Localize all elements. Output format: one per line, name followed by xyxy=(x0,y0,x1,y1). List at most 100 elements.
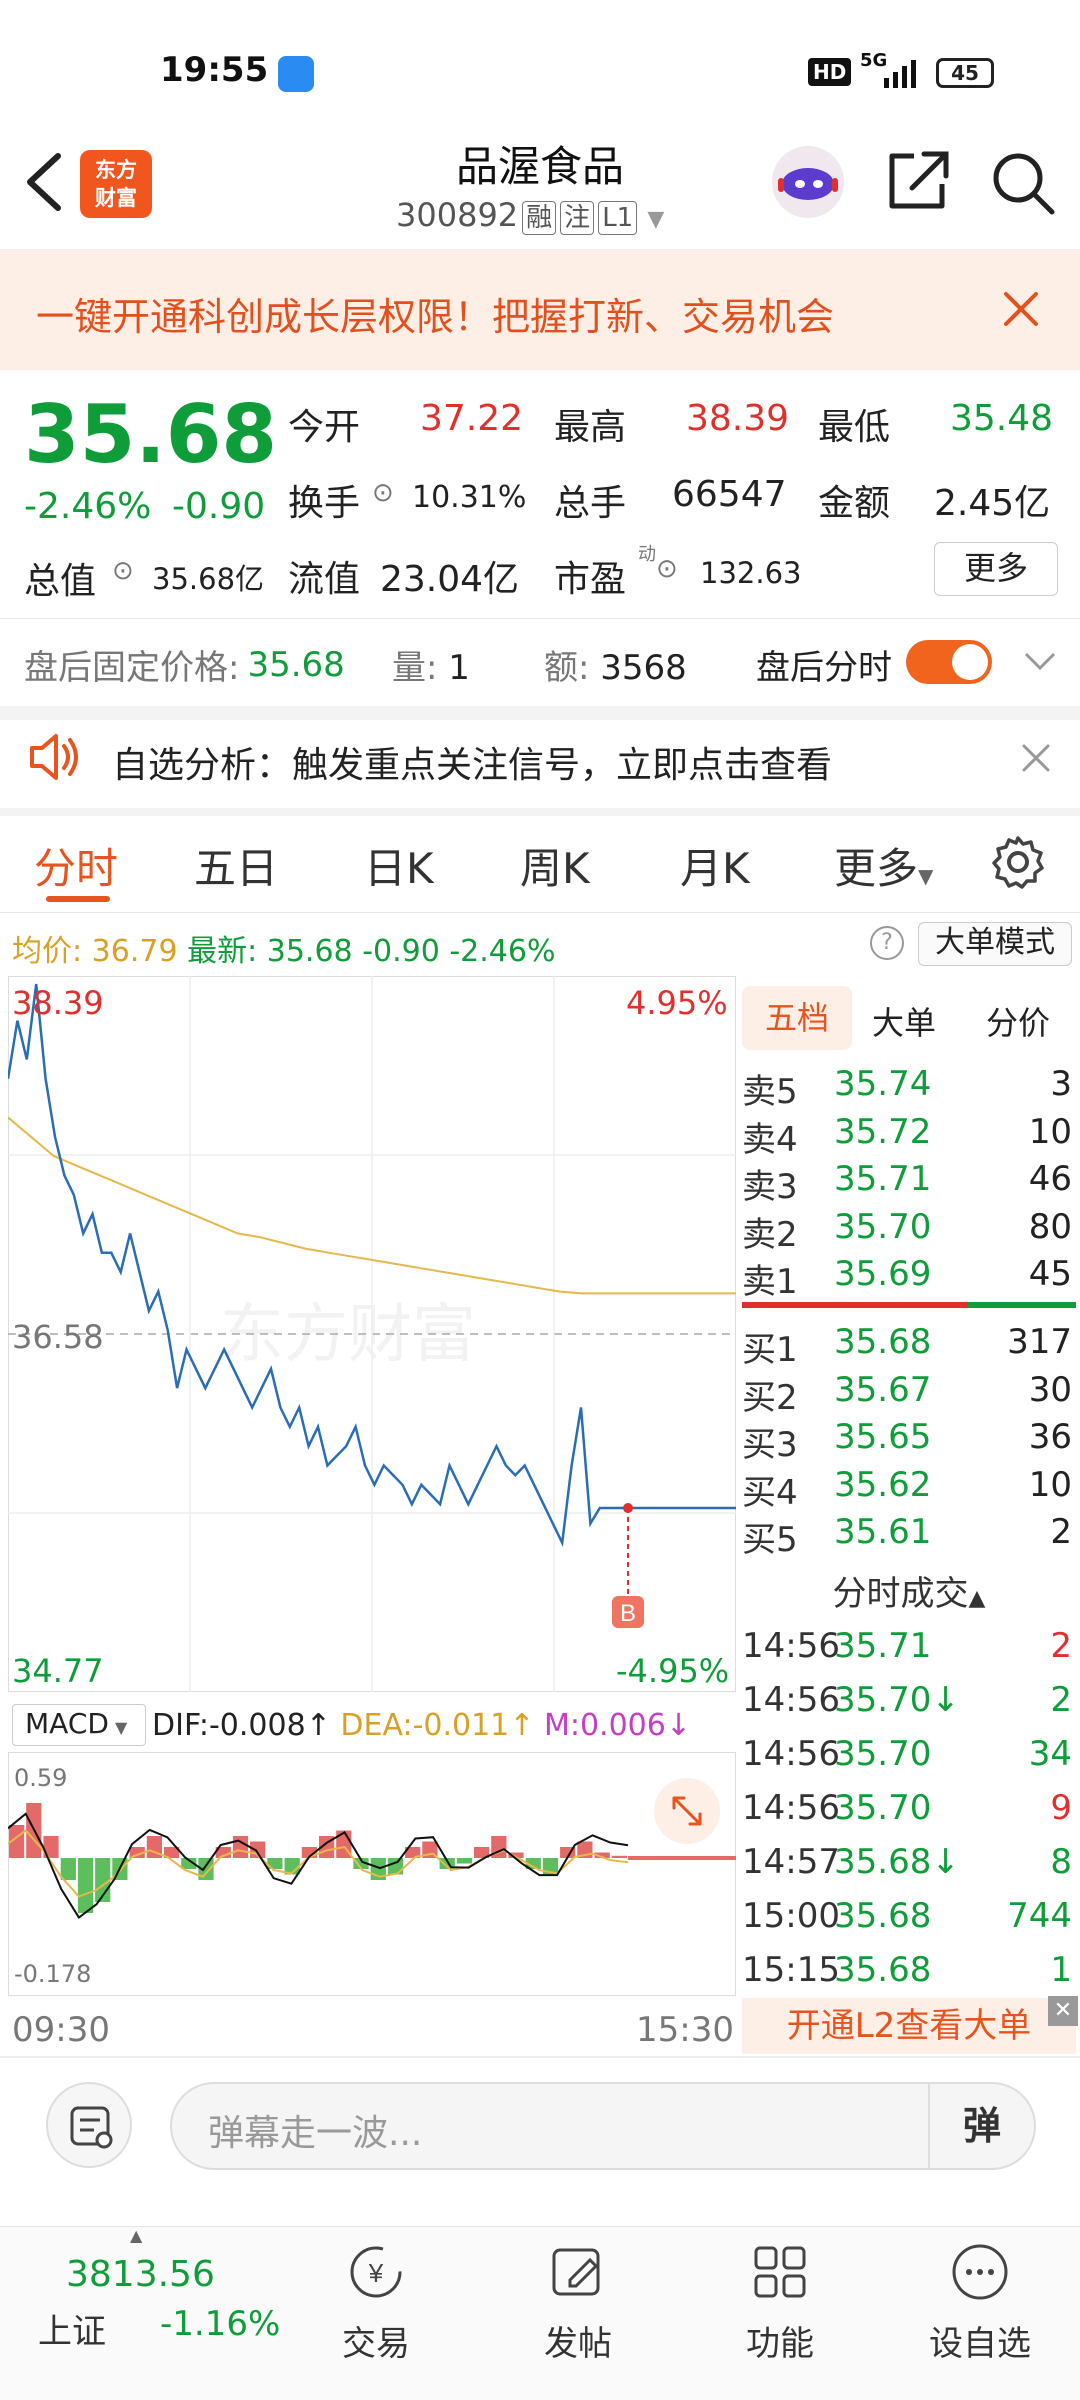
index-value[interactable]: 3813.56 xyxy=(66,2254,215,2295)
bid-label: 买1 xyxy=(742,1330,798,1370)
ask-price: 35.70 xyxy=(834,1206,932,1247)
market-cap-label: 总值 xyxy=(24,561,97,602)
trade-time: 14:57 xyxy=(742,1842,840,1882)
comment-placeholder: 弹幕走一波... xyxy=(208,2113,423,2154)
stock-code: 300892 xyxy=(396,196,519,234)
low-label: 最低 xyxy=(818,407,891,448)
trade-time: 14:56 xyxy=(742,1734,840,1774)
big-order-mode-button[interactable]: 大单模式 xyxy=(918,922,1072,966)
notification-icon xyxy=(278,56,314,92)
macd-chart[interactable] xyxy=(8,1752,736,1996)
trade-row: 14:56 35.71 2 xyxy=(742,1626,1076,1674)
trade-price: 35.70 xyxy=(834,1788,932,1828)
nav-functions[interactable]: 功能 xyxy=(710,2240,850,2365)
l2-promo[interactable]: 开通L2查看大单 xyxy=(742,1998,1076,2054)
close-icon[interactable]: ✕ xyxy=(1048,1996,1078,2026)
nav-trade[interactable]: ¥ 交易 xyxy=(306,2240,446,2365)
info-icon[interactable]: ⊙ xyxy=(372,478,394,508)
tab-timeshare[interactable]: 分时 xyxy=(34,835,118,896)
robot-assistant-icon[interactable] xyxy=(768,142,848,222)
comment-input[interactable]: 弹幕走一波... 弹 xyxy=(170,2082,1036,2170)
l2-promo-text: 开通L2查看大单 xyxy=(786,2006,1032,2046)
ask-label: 卖5 xyxy=(742,1072,798,1112)
macd-bar xyxy=(60,1858,76,1880)
ask-row[interactable]: 卖2 35.70 80 xyxy=(742,1207,1076,1255)
macd-bar xyxy=(387,1858,404,1875)
pe-value: 132.63 xyxy=(700,556,802,590)
expand-icon[interactable] xyxy=(654,1778,720,1844)
low-value: 35.48 xyxy=(950,398,1054,439)
tab-daily-k[interactable]: 日K xyxy=(364,835,434,896)
promo-banner[interactable]: 一键开通科创成长层权限！把握打新、交易机会 xyxy=(0,250,1080,370)
trade-time: 15:15 xyxy=(742,1950,840,1990)
comment-list-icon[interactable] xyxy=(46,2082,132,2168)
trade-row: 14:57 35.68↓ 8 xyxy=(742,1842,1076,1890)
arrow-down-icon: ↓ xyxy=(665,1708,691,1743)
close-icon[interactable] xyxy=(1020,742,1052,774)
trade-vol: 9 xyxy=(1050,1788,1072,1828)
tab-five-level[interactable]: 五档 xyxy=(742,986,852,1050)
trades-title[interactable]: 分时成交▲ xyxy=(742,1566,1076,1615)
ask-row[interactable]: 卖5 35.74 3 xyxy=(742,1064,1076,1112)
status-time: 19:55 xyxy=(160,50,269,90)
help-icon[interactable]: ? xyxy=(870,926,904,960)
search-icon[interactable] xyxy=(988,148,1058,218)
yuan-exchange-icon: ¥ xyxy=(350,2246,402,2298)
float-cap-value: 23.04亿 xyxy=(380,559,520,600)
danmaku-send-button[interactable]: 弹 xyxy=(928,2084,1034,2168)
bid-row[interactable]: 买5 35.61 2 xyxy=(742,1512,1076,1560)
bid-label: 买5 xyxy=(742,1520,798,1560)
close-icon[interactable] xyxy=(1002,290,1040,328)
info-icon[interactable]: ⊙ xyxy=(112,556,134,586)
bid-vol: 317 xyxy=(1007,1322,1072,1362)
trade-vol: 34 xyxy=(1028,1734,1072,1774)
ask-row[interactable]: 卖1 35.69 45 xyxy=(742,1254,1076,1302)
price-chart[interactable]: 东方财富 B xyxy=(8,976,736,1692)
ask-row[interactable]: 卖4 35.72 10 xyxy=(742,1112,1076,1160)
nav-post[interactable]: 发帖 xyxy=(508,2240,648,2365)
bid-price: 35.67 xyxy=(834,1369,932,1410)
bid-price: 35.62 xyxy=(834,1464,932,1505)
indicator-select[interactable]: MACD ▼ xyxy=(12,1704,146,1746)
ask-row[interactable]: 卖3 35.71 46 xyxy=(742,1159,1076,1207)
ah-amt-label: 额: xyxy=(544,648,590,688)
nav-add-watchlist[interactable]: 设自选 xyxy=(910,2240,1050,2365)
latest-percent: -2.46% xyxy=(449,934,556,969)
more-dots-icon xyxy=(952,2244,1008,2300)
tab-five-day[interactable]: 五日 xyxy=(194,835,278,896)
ask-price: 35.69 xyxy=(834,1254,932,1294)
bid-row[interactable]: 买4 35.62 10 xyxy=(742,1465,1076,1513)
after-hours-row: 盘后固定价格: 35.68 xyxy=(24,640,345,689)
bid-row[interactable]: 买1 35.68 317 xyxy=(742,1322,1076,1370)
tab-weekly-k[interactable]: 周K xyxy=(520,835,590,896)
bid-row[interactable]: 买3 35.65 36 xyxy=(742,1417,1076,1465)
ah-vol: 量: 1 xyxy=(392,640,470,689)
trade-price: 35.68 xyxy=(834,1896,932,1936)
trade-price: 35.68↓ xyxy=(834,1842,960,1882)
bid-row[interactable]: 买2 35.67 30 xyxy=(742,1370,1076,1418)
macd-bar xyxy=(611,1855,627,1858)
ah-amt: 额: 3568 xyxy=(544,640,687,689)
buy-point-label: B xyxy=(620,1600,636,1627)
ask-label: 卖4 xyxy=(742,1119,798,1160)
notice-text[interactable]: 自选分析：触发重点关注信号，立即点击查看 xyxy=(112,736,832,788)
more-button[interactable]: 更多 xyxy=(934,542,1058,596)
y-min-label: 34.77 xyxy=(12,1652,104,1690)
chevron-down-icon[interactable] xyxy=(1022,650,1058,674)
ask-vol: 3 xyxy=(1050,1064,1072,1104)
tab-big-order[interactable]: 大单 xyxy=(872,998,936,1044)
tab-more[interactable]: 更多▼ xyxy=(834,835,933,896)
index-percent[interactable]: -1.16% xyxy=(160,2304,280,2344)
dea-value: -0.011 xyxy=(412,1708,510,1743)
y-max-label: 38.39 xyxy=(12,984,104,1022)
info-icon[interactable]: ⊙ xyxy=(656,554,678,584)
tab-monthly-k[interactable]: 月K xyxy=(680,835,750,896)
amount-value: 2.45亿 xyxy=(934,483,1051,524)
share-icon[interactable] xyxy=(884,148,954,214)
index-name[interactable]: 上证 xyxy=(38,2304,106,2353)
settings-gear-icon[interactable] xyxy=(990,834,1046,890)
ah-timeshare-toggle[interactable] xyxy=(906,640,992,684)
tab-price-dist[interactable]: 分价 xyxy=(986,998,1050,1044)
stock-code-row[interactable]: 300892 融注 L1 ▼ xyxy=(396,196,664,235)
macd-bottom-label: -0.178 xyxy=(14,1960,92,1988)
